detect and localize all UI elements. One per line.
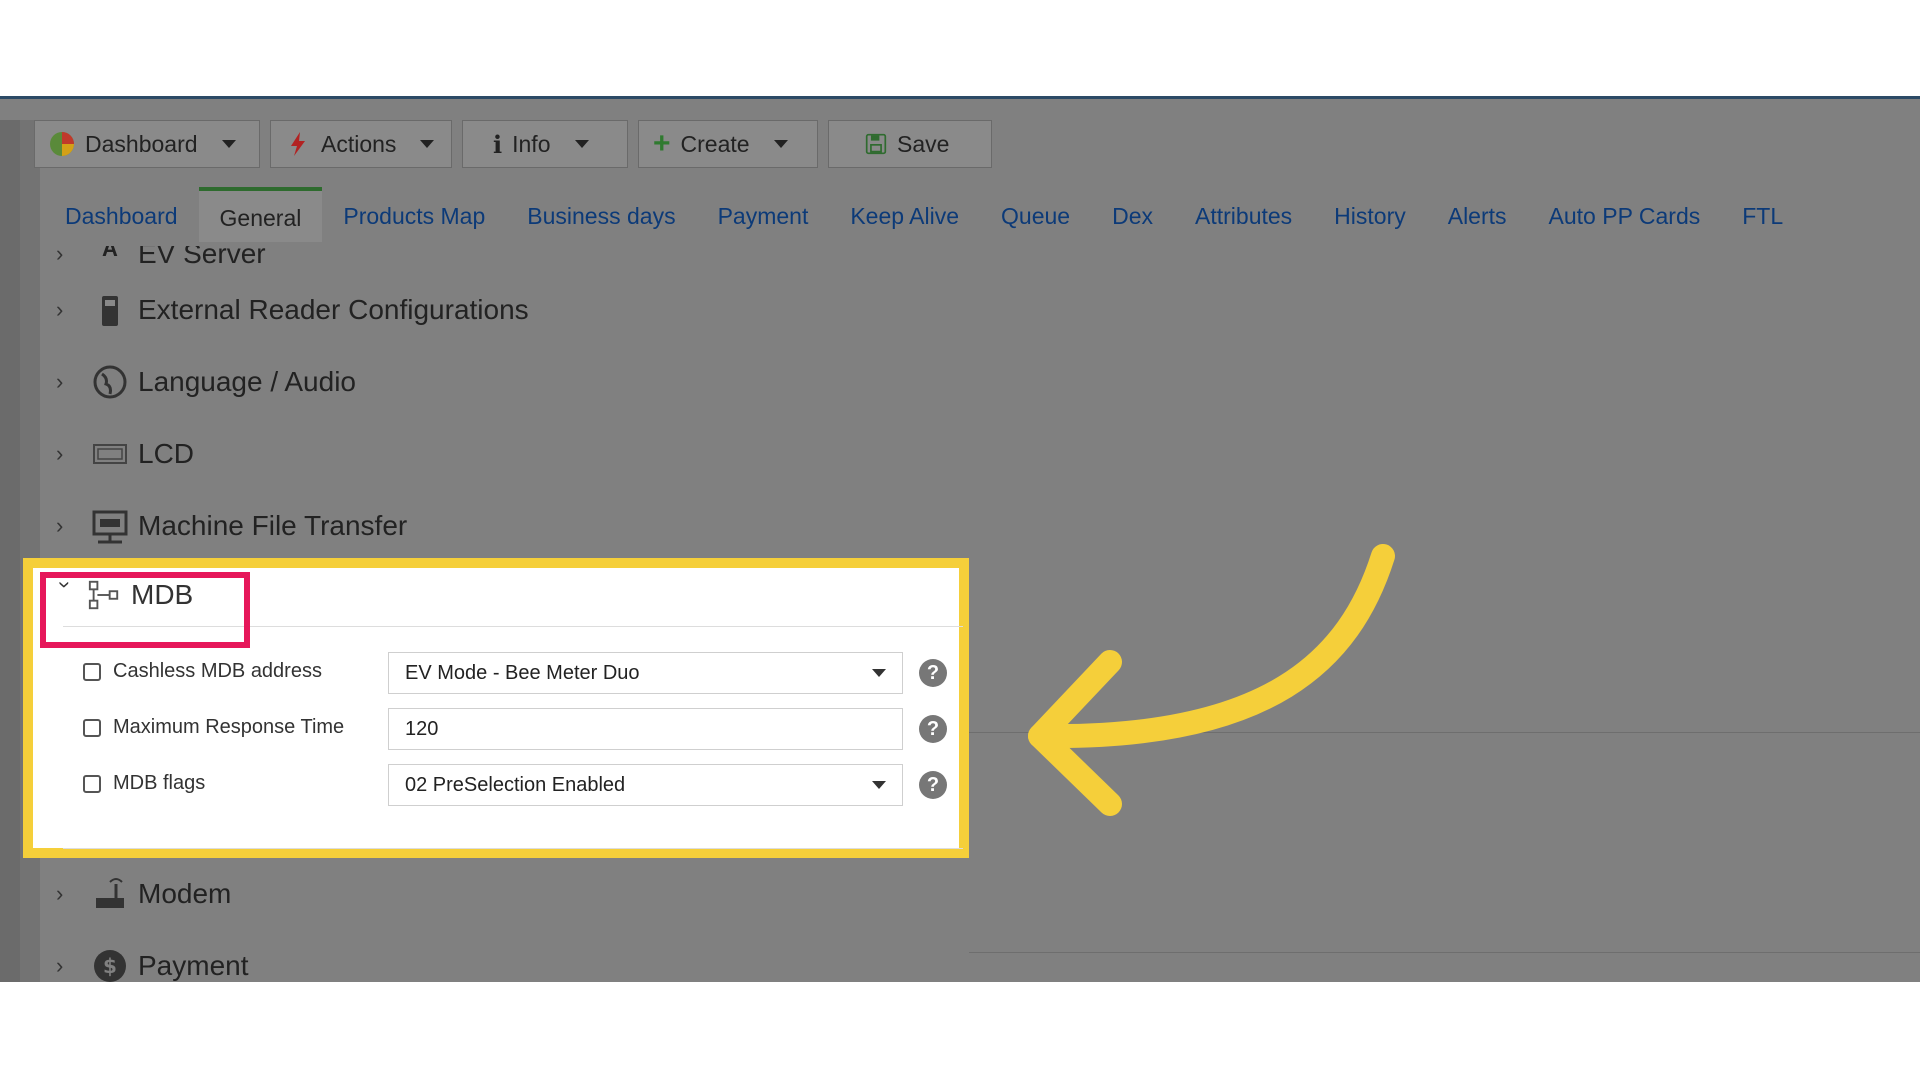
pie-chart-icon [50,132,74,156]
chevron-right-icon: › [56,369,64,394]
actions-button-label: Actions [321,130,397,157]
header-rule [0,96,1920,99]
card-reader-icon [102,296,118,326]
dashboard-button-label: Dashboard [85,130,198,157]
actions-button[interactable]: Actions [270,120,452,168]
section-external-reader[interactable]: › External Reader Configurations [56,292,529,328]
chevron-right-icon: › [56,241,64,266]
setting-row-cashless-mdb-address: Cashless MDB address [83,660,322,683]
mdb-flags-checkbox[interactable] [83,774,101,793]
section-mdb[interactable]: › MDB [51,578,193,612]
chevron-right-icon: › [56,513,64,538]
lightning-icon [291,132,305,156]
setting-row-maximum-response-time: Maximum Response Time [83,716,344,739]
maximum-response-time-value: 120 [405,717,439,740]
tab-dex[interactable]: Dex [1091,203,1174,242]
modem-icon [96,878,124,908]
save-button-label: Save [897,130,950,157]
save-button[interactable]: Save [828,120,992,168]
help-icon[interactable]: ? [919,771,947,799]
chevron-right-icon: › [56,881,64,906]
section-language-audio-label: Language / Audio [138,366,356,397]
maximum-response-time-input[interactable]: 120 [388,708,903,750]
svg-text:$: $ [103,954,117,978]
tab-attributes[interactable]: Attributes [1174,203,1313,242]
cashless-mdb-address-checkbox[interactable] [83,662,101,681]
lcd-icon [93,444,127,464]
setting-row-mdb-flags: MDB flags [83,772,205,795]
floppy-disk-icon [865,133,887,155]
tab-alerts[interactable]: Alerts [1427,203,1528,242]
tab-auto-pp-cards[interactable]: Auto PP Cards [1528,203,1722,242]
chevron-down-icon [872,669,886,677]
cashless-mdb-address-label: Cashless MDB address [113,660,322,682]
plus-icon: + [653,127,671,160]
chevron-down-icon [773,140,788,148]
chevron-right-icon: › [56,441,64,466]
tab-payment[interactable]: Payment [697,203,830,242]
callout-arrow-icon [1028,544,1395,816]
section-lcd[interactable]: › LCD [56,436,194,472]
chevron-down-icon [574,140,589,148]
left-gutter [0,120,20,982]
dashboard-button[interactable]: Dashboard [34,120,260,168]
section-lcd-label: LCD [138,438,195,469]
tab-products-map[interactable]: Products Map [322,203,506,242]
maximum-response-time-checkbox[interactable] [83,718,101,737]
tab-general[interactable]: General [198,187,323,242]
chevron-right-icon: › [56,953,64,978]
mdb-network-icon [88,580,119,610]
section-payment-label: Payment [138,950,249,981]
tab-ftl[interactable]: FTL [1721,203,1804,242]
section-modem-label: Modem [138,878,232,909]
tab-business-days[interactable]: Business days [506,203,696,242]
section-machine-file-transfer[interactable]: › Machine File Transfer [56,508,407,544]
toolbar: Dashboard Actions i Info + Create Save [34,120,992,170]
dollar-coin-icon: $ [94,950,126,982]
tab-keep-alive[interactable]: Keep Alive [829,203,980,242]
tab-bar: Dashboard General Products Map Business … [44,186,1804,242]
chevron-down-icon [420,140,435,148]
tab-dashboard[interactable]: Dashboard [44,203,199,242]
info-icon: i [493,129,503,159]
tab-history[interactable]: History [1313,203,1427,242]
chevron-down-icon: › [53,581,78,589]
mdb-flags-label: MDB flags [113,772,206,794]
section-ev-server-label: EV Server [138,238,266,269]
divider [63,626,963,627]
mdb-flags-value: 02 PreSelection Enabled [405,773,626,796]
section-machine-file-transfer-label: Machine File Transfer [138,510,408,541]
maximum-response-time-label: Maximum Response Time [113,716,345,738]
create-button[interactable]: + Create [638,120,818,168]
section-modem[interactable]: › Modem [56,876,231,912]
tab-queue[interactable]: Queue [980,203,1091,242]
help-icon[interactable]: ? [919,659,947,687]
globe-icon [93,365,127,399]
divider [63,848,963,849]
chevron-down-icon [221,140,236,148]
info-button-label: Info [512,130,551,157]
section-external-reader-label: External Reader Configurations [138,294,529,325]
mdb-flags-select[interactable]: 02 PreSelection Enabled [388,764,903,806]
section-mdb-label: MDB [131,579,194,610]
create-button-label: Create [680,130,750,157]
chevron-right-icon: › [56,297,64,322]
cashless-mdb-address-select[interactable]: EV Mode - Bee Meter Duo [388,652,903,694]
ftp-icon [92,510,128,544]
mdb-panel: › MDB Cashless MDB address EV Mode - Bee… [23,558,969,858]
help-icon[interactable]: ? [919,715,947,743]
section-language-audio[interactable]: › Language / Audio [56,364,356,400]
info-button[interactable]: i Info [462,120,628,168]
section-payment[interactable]: › $ Payment [56,948,249,982]
chevron-down-icon [872,781,886,789]
cashless-mdb-address-value: EV Mode - Bee Meter Duo [405,661,640,684]
divider [969,952,1920,953]
